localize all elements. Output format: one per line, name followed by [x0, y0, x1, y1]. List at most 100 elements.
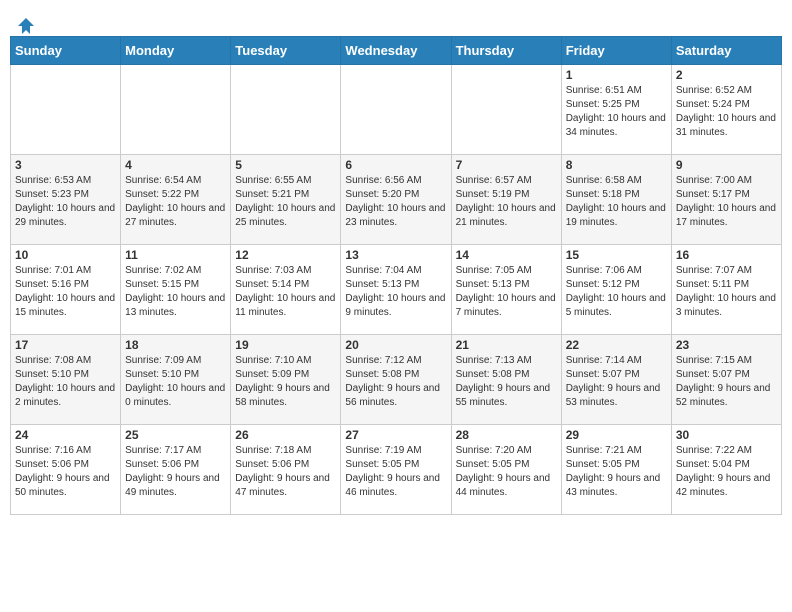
day-info: Sunrise: 7:15 AMSunset: 5:07 PMDaylight:… [676, 354, 777, 410]
day-number: 8 [566, 158, 667, 172]
day-number: 21 [456, 338, 557, 352]
calendar-cell: 2 Sunrise: 6:52 AMSunset: 5:24 PMDaylight… [671, 65, 781, 155]
calendar-cell [341, 65, 451, 155]
calendar-cell: 16 Sunrise: 7:07 AMSunset: 5:11 PMDayligh… [671, 245, 781, 335]
calendar-cell: 12 Sunrise: 7:03 AMSunset: 5:14 PMDayligh… [231, 245, 341, 335]
day-info: Sunrise: 7:21 AMSunset: 5:05 PMDaylight:… [566, 444, 667, 500]
calendar-cell: 20 Sunrise: 7:12 AMSunset: 5:08 PMDayligh… [341, 335, 451, 425]
calendar-cell: 3 Sunrise: 6:53 AMSunset: 5:23 PMDaylight… [11, 155, 121, 245]
day-number: 4 [125, 158, 226, 172]
day-number: 19 [235, 338, 336, 352]
calendar-cell: 5 Sunrise: 6:55 AMSunset: 5:21 PMDaylight… [231, 155, 341, 245]
day-info: Sunrise: 6:54 AMSunset: 5:22 PMDaylight:… [125, 174, 226, 230]
calendar-cell [451, 65, 561, 155]
calendar-cell: 17Sunrise: 7:08 AMSunset: 5:10 PMDayligh… [11, 335, 121, 425]
day-number: 1 [566, 68, 667, 82]
day-info: Sunrise: 6:52 AMSunset: 5:24 PMDaylight:… [676, 84, 777, 140]
day-info: Sunrise: 7:16 AMSunset: 5:06 PMDaylight:… [15, 444, 116, 500]
day-info: Sunrise: 6:56 AMSunset: 5:20 PMDaylight:… [345, 174, 446, 230]
day-info: Sunrise: 7:17 AMSunset: 5:06 PMDaylight:… [125, 444, 226, 500]
weekday-header: Thursday [451, 37, 561, 65]
calendar-week-row: 3 Sunrise: 6:53 AMSunset: 5:23 PMDaylight… [11, 155, 782, 245]
day-info: Sunrise: 7:02 AMSunset: 5:15 PMDaylight:… [125, 264, 226, 320]
calendar-cell: 7Sunrise: 6:57 AMSunset: 5:19 PMDaylight… [451, 155, 561, 245]
calendar-cell: 26 Sunrise: 7:18 AMSunset: 5:06 PMDayligh… [231, 425, 341, 515]
day-number: 7 [456, 158, 557, 172]
day-info: Sunrise: 7:06 AMSunset: 5:12 PMDaylight:… [566, 264, 667, 320]
day-number: 10 [15, 248, 116, 262]
calendar-cell: 8 Sunrise: 6:58 AMSunset: 5:18 PMDaylight… [561, 155, 671, 245]
calendar-week-row: 24 Sunrise: 7:16 AMSunset: 5:06 PMDayligh… [11, 425, 782, 515]
day-info: Sunrise: 7:03 AMSunset: 5:14 PMDaylight:… [235, 264, 336, 320]
day-info: Sunrise: 7:18 AMSunset: 5:06 PMDaylight:… [235, 444, 336, 500]
calendar-cell: 23 Sunrise: 7:15 AMSunset: 5:07 PMDayligh… [671, 335, 781, 425]
calendar-cell: 21 Sunrise: 7:13 AMSunset: 5:08 PMDayligh… [451, 335, 561, 425]
day-number: 22 [566, 338, 667, 352]
calendar-cell: 18Sunrise: 7:09 AMSunset: 5:10 PMDayligh… [121, 335, 231, 425]
day-number: 14 [456, 248, 557, 262]
day-info: Sunrise: 7:19 AMSunset: 5:05 PMDaylight:… [345, 444, 446, 500]
calendar-cell: 29 Sunrise: 7:21 AMSunset: 5:05 PMDayligh… [561, 425, 671, 515]
day-number: 23 [676, 338, 777, 352]
calendar-cell [121, 65, 231, 155]
calendar-cell: 1 Sunrise: 6:51 AMSunset: 5:25 PMDaylight… [561, 65, 671, 155]
day-number: 29 [566, 428, 667, 442]
day-info: Sunrise: 7:08 AMSunset: 5:10 PMDaylight:… [15, 354, 116, 410]
logo [14, 16, 36, 32]
day-number: 12 [235, 248, 336, 262]
calendar-cell: 19 Sunrise: 7:10 AMSunset: 5:09 PMDayligh… [231, 335, 341, 425]
calendar-body: 1 Sunrise: 6:51 AMSunset: 5:25 PMDaylight… [11, 65, 782, 515]
calendar-table: SundayMondayTuesdayWednesdayThursdayFrid… [10, 36, 782, 515]
day-number: 9 [676, 158, 777, 172]
day-number: 24 [15, 428, 116, 442]
day-number: 3 [15, 158, 116, 172]
day-info: Sunrise: 7:20 AMSunset: 5:05 PMDaylight:… [456, 444, 557, 500]
day-number: 6 [345, 158, 446, 172]
day-number: 18 [125, 338, 226, 352]
calendar-cell: 10Sunrise: 7:01 AMSunset: 5:16 PMDayligh… [11, 245, 121, 335]
day-info: Sunrise: 7:22 AMSunset: 5:04 PMDaylight:… [676, 444, 777, 500]
calendar-cell: 4 Sunrise: 6:54 AMSunset: 5:22 PMDaylight… [121, 155, 231, 245]
day-number: 20 [345, 338, 446, 352]
calendar-cell [231, 65, 341, 155]
calendar-cell: 6 Sunrise: 6:56 AMSunset: 5:20 PMDaylight… [341, 155, 451, 245]
day-number: 26 [235, 428, 336, 442]
day-info: Sunrise: 7:04 AMSunset: 5:13 PMDaylight:… [345, 264, 446, 320]
weekday-header: Monday [121, 37, 231, 65]
calendar-cell: 11 Sunrise: 7:02 AMSunset: 5:15 PMDayligh… [121, 245, 231, 335]
day-number: 13 [345, 248, 446, 262]
calendar-cell [11, 65, 121, 155]
day-number: 16 [676, 248, 777, 262]
day-info: Sunrise: 7:13 AMSunset: 5:08 PMDaylight:… [456, 354, 557, 410]
day-info: Sunrise: 7:07 AMSunset: 5:11 PMDaylight:… [676, 264, 777, 320]
day-number: 2 [676, 68, 777, 82]
day-number: 30 [676, 428, 777, 442]
weekday-header: Saturday [671, 37, 781, 65]
calendar-cell: 30 Sunrise: 7:22 AMSunset: 5:04 PMDayligh… [671, 425, 781, 515]
day-info: Sunrise: 6:53 AMSunset: 5:23 PMDaylight:… [15, 174, 116, 230]
day-info: Sunrise: 6:58 AMSunset: 5:18 PMDaylight:… [566, 174, 667, 230]
page-header [10, 10, 782, 32]
day-info: Sunrise: 7:14 AMSunset: 5:07 PMDaylight:… [566, 354, 667, 410]
calendar-cell: 9Sunrise: 7:00 AMSunset: 5:17 PMDaylight… [671, 155, 781, 245]
day-info: Sunrise: 6:55 AMSunset: 5:21 PMDaylight:… [235, 174, 336, 230]
day-number: 5 [235, 158, 336, 172]
day-info: Sunrise: 7:10 AMSunset: 5:09 PMDaylight:… [235, 354, 336, 410]
day-number: 11 [125, 248, 226, 262]
calendar-cell: 25 Sunrise: 7:17 AMSunset: 5:06 PMDayligh… [121, 425, 231, 515]
day-number: 27 [345, 428, 446, 442]
day-info: Sunrise: 7:12 AMSunset: 5:08 PMDaylight:… [345, 354, 446, 410]
calendar-week-row: 1 Sunrise: 6:51 AMSunset: 5:25 PMDaylight… [11, 65, 782, 155]
calendar-header-row: SundayMondayTuesdayWednesdayThursdayFrid… [11, 37, 782, 65]
calendar-cell: 22 Sunrise: 7:14 AMSunset: 5:07 PMDayligh… [561, 335, 671, 425]
calendar-cell: 24 Sunrise: 7:16 AMSunset: 5:06 PMDayligh… [11, 425, 121, 515]
day-number: 28 [456, 428, 557, 442]
calendar-week-row: 10Sunrise: 7:01 AMSunset: 5:16 PMDayligh… [11, 245, 782, 335]
day-info: Sunrise: 6:51 AMSunset: 5:25 PMDaylight:… [566, 84, 667, 140]
calendar-cell: 27 Sunrise: 7:19 AMSunset: 5:05 PMDayligh… [341, 425, 451, 515]
calendar-cell: 14 Sunrise: 7:05 AMSunset: 5:13 PMDayligh… [451, 245, 561, 335]
weekday-header: Friday [561, 37, 671, 65]
day-number: 25 [125, 428, 226, 442]
weekday-header: Tuesday [231, 37, 341, 65]
day-info: Sunrise: 7:05 AMSunset: 5:13 PMDaylight:… [456, 264, 557, 320]
